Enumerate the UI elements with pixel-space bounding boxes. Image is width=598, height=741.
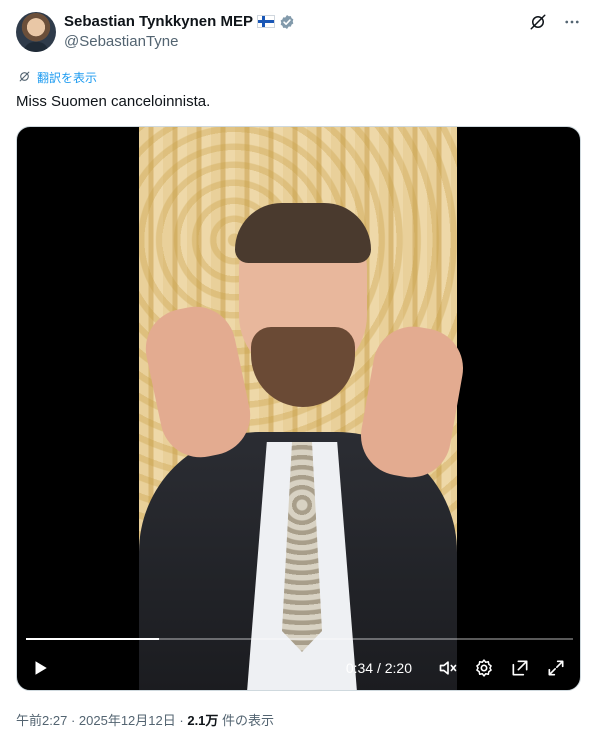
meta-dot: · (179, 713, 184, 728)
video-controls: 0:34 / 2:20 (17, 646, 580, 690)
tweet-text: Miss Suomen canceloinnista. (16, 93, 211, 110)
more-dots-icon[interactable] (562, 12, 582, 32)
volume-muted-icon[interactable] (436, 656, 460, 680)
video-time-separator: / (376, 660, 381, 676)
video-current-time: 0:34 (345, 660, 374, 676)
meta-dot: · (70, 713, 76, 728)
fullscreen-icon[interactable] (544, 656, 568, 680)
translate-link[interactable]: 翻訳を表示 (18, 69, 97, 86)
video-progress-bar[interactable] (26, 638, 573, 640)
views-count: 2.1万 (187, 713, 219, 728)
settings-gear-icon[interactable] (472, 656, 496, 680)
verified-badge-icon[interactable] (279, 14, 295, 30)
translate-icon (18, 70, 31, 86)
video-player[interactable]: 0:34 / 2:20 (16, 126, 581, 691)
video-duration: 2:20 (384, 660, 412, 676)
avatar[interactable] (16, 12, 56, 52)
video-frame (138, 127, 470, 690)
views-label: 件の表示 (222, 713, 275, 728)
grok-icon[interactable] (528, 12, 548, 32)
tweet-header: Sebastian Tynkkynen MEP @SebastianTyne (16, 10, 582, 54)
play-icon[interactable] (29, 657, 51, 679)
tweet-top-actions (528, 12, 582, 32)
video-person-right-hand (354, 320, 470, 484)
author-handle[interactable]: @SebastianTyne (64, 33, 178, 50)
popout-icon[interactable] (508, 656, 532, 680)
tweet-meta: 午前2:27 · 2025年12月12日 · 2.1万 件の表示 (16, 710, 274, 729)
video-progress-fill (26, 638, 159, 640)
translate-label[interactable]: 翻訳を表示 (37, 69, 97, 86)
tweet-date[interactable]: 2025年12月12日 (79, 713, 176, 728)
video-person-beard (251, 327, 355, 407)
author-name-row: Sebastian Tynkkynen MEP (64, 13, 295, 30)
finland-flag-icon (256, 15, 275, 28)
video-person-hair (235, 203, 371, 263)
tweet-time[interactable]: 午前2:27 (16, 713, 67, 728)
author-display-name[interactable]: Sebastian Tynkkynen MEP (64, 13, 253, 30)
video-time: 0:34 / 2:20 (346, 660, 412, 676)
